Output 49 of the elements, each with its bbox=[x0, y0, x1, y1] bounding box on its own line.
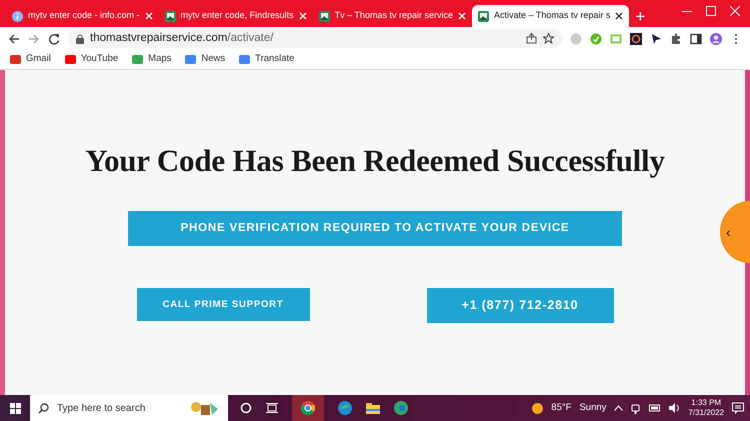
share-icon[interactable] bbox=[526, 33, 537, 44]
sun-icon bbox=[532, 402, 544, 414]
browser-tab[interactable]: Tv – Thomas tv repair service bbox=[312, 5, 472, 27]
search-icon bbox=[38, 402, 49, 414]
bookmark[interactable]: Gmail bbox=[10, 52, 51, 67]
bookmark[interactable]: News bbox=[185, 52, 226, 67]
back-icon[interactable] bbox=[8, 32, 20, 44]
info-icon bbox=[12, 10, 23, 22]
site-icon bbox=[478, 10, 489, 22]
windows-icon[interactable] bbox=[10, 402, 20, 414]
extension-icon[interactable] bbox=[650, 32, 662, 44]
bookmark[interactable]: Maps bbox=[132, 52, 172, 67]
bookmark[interactable]: YouTube bbox=[64, 52, 118, 67]
taskbar-search-field[interactable]: Type here to search bbox=[30, 395, 228, 421]
clock-time: 1:33 PM bbox=[690, 398, 722, 408]
close-icon[interactable] bbox=[730, 6, 740, 16]
notification-icon[interactable] bbox=[732, 402, 744, 414]
url-text: thomastvrepairservice.com/activate/ bbox=[90, 30, 274, 46]
browser-tab[interactable]: Activate – Thomas tv repair s bbox=[472, 5, 630, 27]
side-tab-button[interactable]: ‹ bbox=[720, 201, 750, 263]
battery-icon[interactable] bbox=[649, 404, 662, 412]
temperature-text: 85°F bbox=[551, 400, 572, 415]
chrome-icon[interactable] bbox=[292, 395, 324, 421]
meet-icon[interactable] bbox=[631, 402, 642, 414]
reload-icon[interactable] bbox=[48, 32, 60, 44]
page-heading: Your Code Has Been Redeemed Successfully bbox=[85, 142, 665, 180]
browser-tab[interactable]: mytv enter code - info.com - bbox=[6, 5, 159, 27]
site-icon bbox=[318, 10, 330, 22]
folder-icon[interactable] bbox=[366, 402, 380, 414]
clock-date: 7/31/2022 bbox=[688, 408, 724, 418]
browser-tab[interactable]: mytv enter code, Findresults bbox=[158, 5, 313, 27]
avatar-icon[interactable] bbox=[710, 32, 722, 44]
side-panel-icon[interactable] bbox=[690, 32, 702, 44]
task-view-icon[interactable] bbox=[266, 402, 278, 414]
close-tab-icon[interactable] bbox=[615, 12, 624, 20]
search-highlight-drawing bbox=[190, 399, 220, 417]
star-icon[interactable] bbox=[543, 33, 554, 44]
new-tab-button[interactable]: + bbox=[635, 8, 646, 27]
puzzle-icon[interactable] bbox=[670, 32, 682, 44]
bookmark[interactable]: Translate bbox=[239, 52, 294, 67]
weather-text: Sunny bbox=[579, 400, 606, 415]
cortana-icon[interactable] bbox=[240, 402, 252, 414]
address-bar[interactable]: thomastvrepairservice.com/activate/ bbox=[68, 29, 562, 48]
lock-icon bbox=[76, 34, 84, 44]
site-icon bbox=[164, 10, 176, 22]
extension-icon[interactable] bbox=[630, 32, 642, 44]
volume-icon[interactable] bbox=[669, 403, 680, 413]
chevron-up-icon[interactable] bbox=[614, 405, 624, 411]
maximize-icon[interactable] bbox=[706, 6, 716, 16]
